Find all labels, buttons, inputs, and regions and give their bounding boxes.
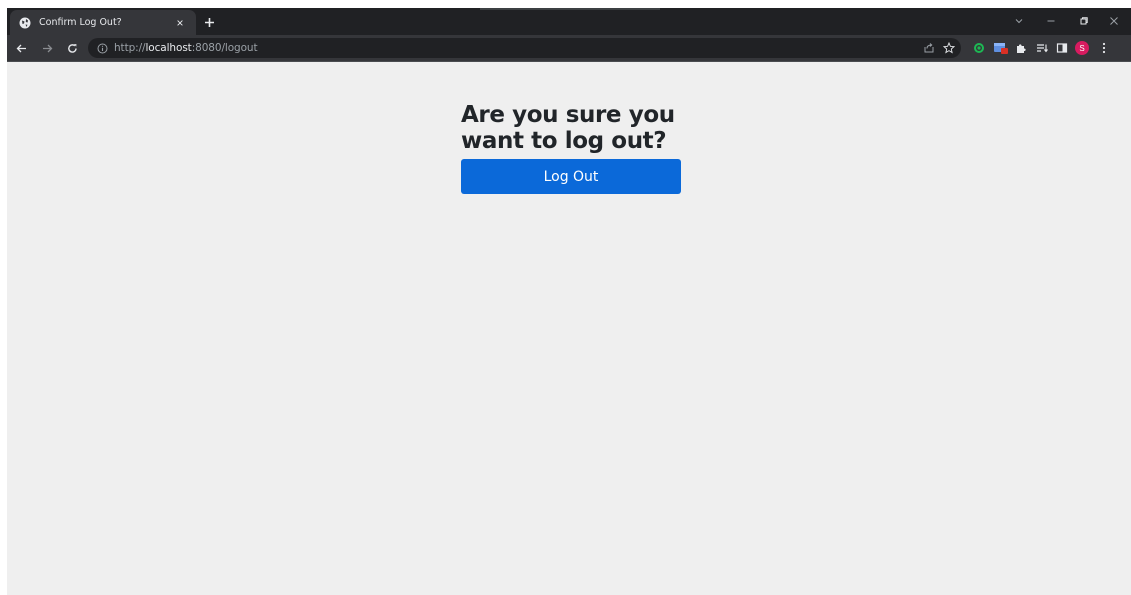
close-icon[interactable]: × <box>173 16 187 30</box>
restore-icon[interactable] <box>1075 13 1093 29</box>
browser-toolbar: http://localhost:8080/logout S <box>7 35 1131 62</box>
url-scheme: http:// <box>114 42 146 54</box>
profile-initial: S <box>1075 41 1089 55</box>
page-content: Are you sure you want to log out? Log Ou… <box>7 62 1131 595</box>
tab-title: Confirm Log Out? <box>39 17 122 28</box>
puzzle-extensions-icon[interactable] <box>1013 40 1029 56</box>
tab-strip-accent <box>480 8 660 10</box>
back-arrow-icon[interactable] <box>13 40 29 56</box>
side-panel-icon[interactable] <box>1054 40 1070 56</box>
share-icon[interactable] <box>921 40 937 56</box>
reload-icon[interactable] <box>64 40 80 56</box>
extension-green-icon[interactable] <box>971 40 987 56</box>
profile-avatar[interactable]: S <box>1074 40 1090 56</box>
new-tab-button[interactable] <box>201 14 217 30</box>
url-text: http://localhost:8080/logout <box>114 42 258 54</box>
tab-confirm-log-out[interactable]: Confirm Log Out? × <box>10 10 196 35</box>
tab-strip: Confirm Log Out? × <box>7 8 1131 35</box>
close-window-icon[interactable] <box>1105 13 1123 29</box>
minimize-icon[interactable] <box>1042 13 1060 29</box>
url-path: :8080/logout <box>191 42 258 54</box>
address-bar[interactable]: http://localhost:8080/logout <box>88 38 961 58</box>
page-title: Are you sure you want to log out? <box>461 102 675 154</box>
forward-arrow-icon[interactable] <box>39 40 55 56</box>
info-icon[interactable] <box>96 42 108 54</box>
reading-list-icon[interactable] <box>1034 40 1050 56</box>
bookmark-star-icon[interactable] <box>941 40 957 56</box>
kebab-menu-icon[interactable] <box>1096 40 1112 56</box>
browser-window: Confirm Log Out? × http://localhost:8080… <box>7 8 1131 595</box>
calendar-extension-icon[interactable] <box>993 40 1009 56</box>
globe-icon <box>19 17 31 29</box>
logout-confirmation: Are you sure you want to log out? Log Ou… <box>461 102 681 194</box>
log-out-button[interactable]: Log Out <box>461 159 681 194</box>
url-host: localhost <box>145 42 192 54</box>
chevron-down-icon[interactable] <box>1010 13 1028 29</box>
